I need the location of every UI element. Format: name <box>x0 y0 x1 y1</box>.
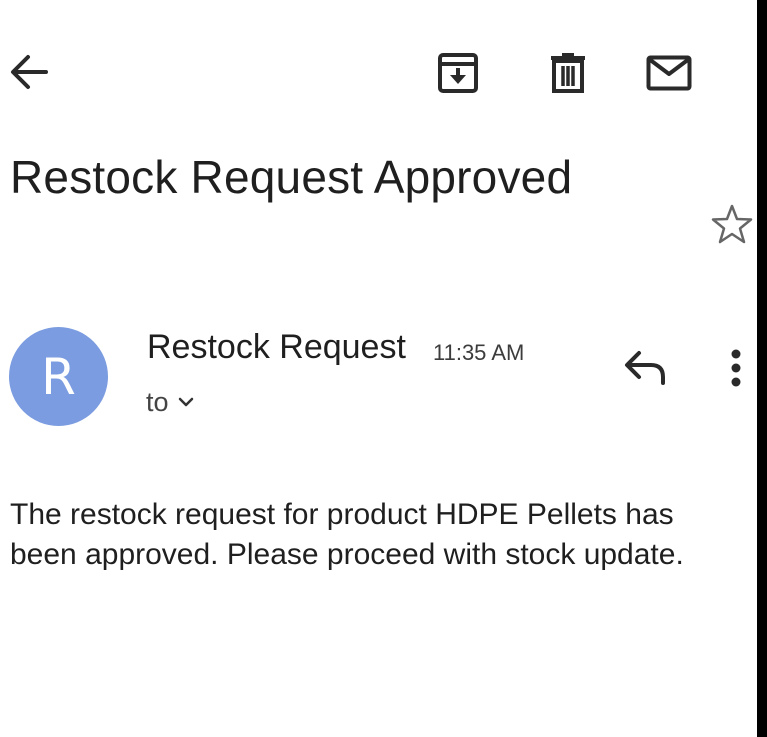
chevron-down-icon <box>178 397 193 407</box>
sender-name: Restock Request <box>147 328 406 366</box>
star-button[interactable] <box>708 200 756 248</box>
mark-unread-button[interactable] <box>644 50 694 96</box>
recipient-details-toggle[interactable]: to <box>146 386 195 418</box>
reply-button[interactable] <box>618 345 672 391</box>
email-subject: Restock Request Approved <box>10 151 573 203</box>
screen-edge <box>757 0 767 737</box>
star-outline-icon <box>711 204 753 244</box>
back-button[interactable] <box>6 50 54 94</box>
email-body: The restock request for product HDPE Pel… <box>10 498 684 571</box>
delete-button[interactable] <box>544 50 592 96</box>
arrow-left-icon <box>11 55 48 89</box>
reply-icon <box>625 351 665 385</box>
more-vert-icon <box>731 349 741 387</box>
email-time: 11:35 AM <box>433 340 525 365</box>
archive-button[interactable] <box>434 50 482 96</box>
archive-icon <box>438 53 478 93</box>
mail-icon <box>646 55 692 91</box>
more-options-button[interactable] <box>716 344 756 392</box>
trash-icon <box>551 53 585 93</box>
avatar[interactable]: R <box>9 327 108 426</box>
recipient-label: to <box>146 386 169 417</box>
